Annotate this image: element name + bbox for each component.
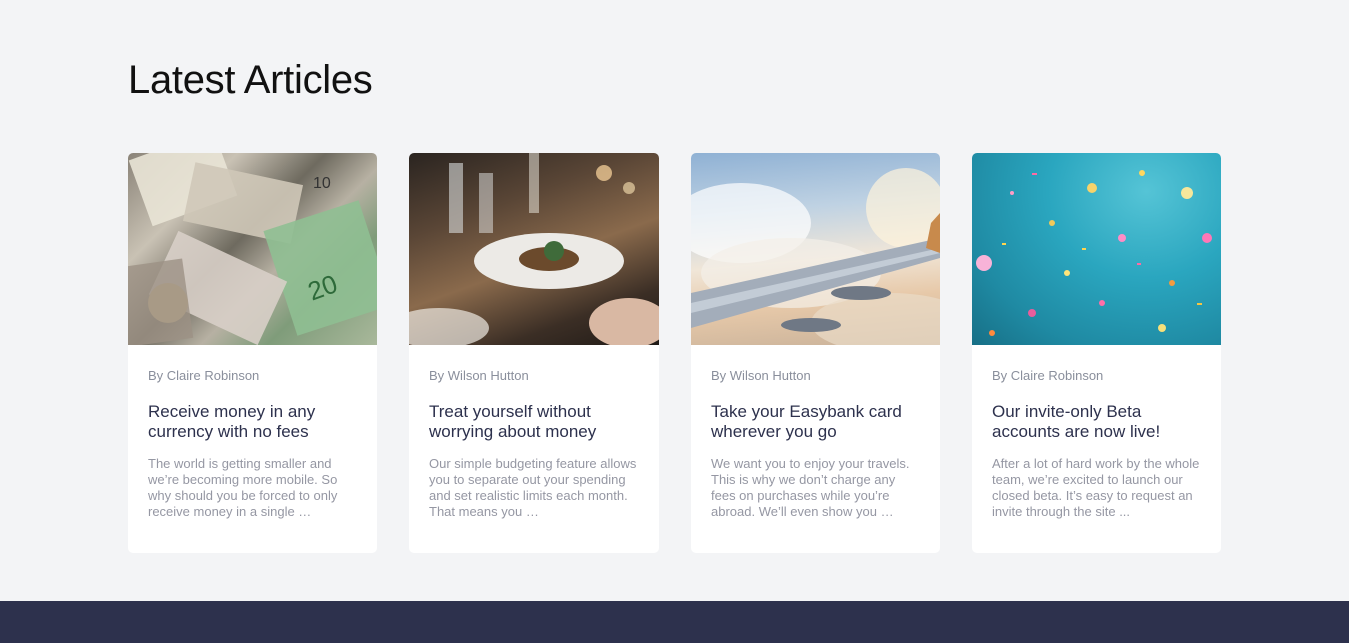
article-image[interactable] [409,153,659,345]
article-card[interactable]: By Wilson Hutton Treat yourself without … [409,153,659,553]
section-heading: Latest Articles [128,58,373,102]
article-author: By Wilson Hutton [429,368,529,383]
confetti-image [976,170,1212,336]
article-image[interactable]: 20 10 [128,153,377,345]
article-title[interactable]: Receive money in any currency with no fe… [148,402,357,442]
site-footer [0,601,1349,643]
article-card[interactable]: By Wilson Hutton Take your Easybank card… [691,153,940,553]
article-excerpt: After a lot of hard work by the whole te… [992,456,1200,519]
svg-text:10: 10 [313,175,331,192]
article-card[interactable]: 20 10 By Claire Robinson Receive money i… [128,153,377,553]
money-image: 20 10 [128,153,377,345]
article-image[interactable] [972,153,1221,345]
articles-grid: 20 10 By Claire Robinson Receive money i… [128,153,1221,553]
article-author: By Claire Robinson [148,368,260,383]
airplane-wing-image [691,168,940,345]
article-title[interactable]: Treat yourself without worrying about mo… [429,402,639,442]
article-title[interactable]: Our invite-only Beta accounts are now li… [992,402,1201,442]
article-image[interactable] [691,153,940,345]
article-title[interactable]: Take your Easybank card wherever you go [711,402,920,442]
dinner-image [409,153,659,345]
article-excerpt: We want you to enjoy your travels. This … [711,456,910,519]
article-card[interactable]: By Claire Robinson Our invite-only Beta … [972,153,1221,553]
article-author: By Claire Robinson [992,368,1104,383]
article-author: By Wilson Hutton [711,368,811,383]
article-excerpt: Our simple budgeting feature allows you … [429,456,637,519]
article-excerpt: The world is getting smaller and we’re b… [148,456,338,519]
latest-articles-section: Latest Articles 20 10 By Claire Robinson… [0,0,1349,601]
